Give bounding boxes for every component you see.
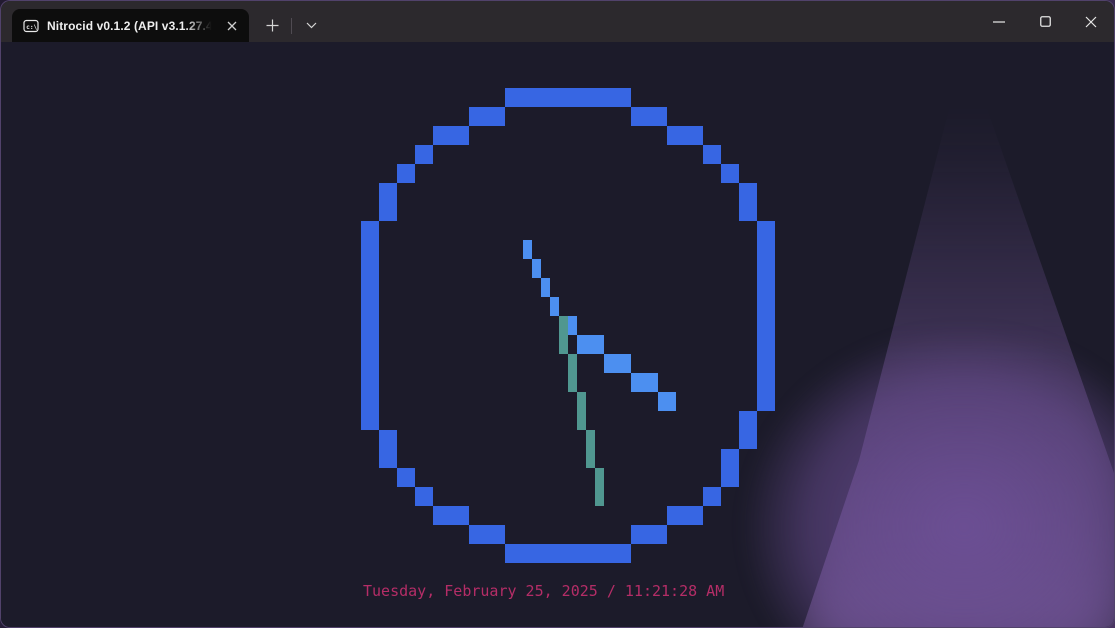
hour-hand-block xyxy=(541,278,550,297)
titlebar: c:\ Nitrocid v0.1.2 (API v3.1.27.48 xyxy=(1,1,1114,42)
clock-border-block xyxy=(667,506,703,525)
second-hand-block xyxy=(586,430,595,468)
tab-title: Nitrocid v0.1.2 (API v3.1.27.48 xyxy=(47,19,215,33)
clock-border-block xyxy=(667,126,703,145)
clock-border-block xyxy=(721,449,739,487)
clock-border-block xyxy=(433,126,469,145)
minimize-button[interactable] xyxy=(976,1,1022,42)
tab-active[interactable]: c:\ Nitrocid v0.1.2 (API v3.1.27.48 xyxy=(12,9,249,42)
close-icon xyxy=(227,21,237,31)
clock-border-block xyxy=(631,525,667,544)
minute-hand-block xyxy=(604,354,631,373)
clock-border-block xyxy=(721,164,739,183)
clock-border-block xyxy=(703,145,721,164)
minute-hand-block xyxy=(658,392,676,411)
second-hand-block xyxy=(577,392,586,430)
clock-border-block xyxy=(469,107,505,126)
clock-date-line: Tuesday, February 25, 2025 / 11:21:28 AM xyxy=(363,582,724,601)
maximize-button[interactable] xyxy=(1022,1,1068,42)
hour-hand-block xyxy=(550,297,559,316)
terminal-window: c:\ Nitrocid v0.1.2 (API v3.1.27.48 xyxy=(0,0,1115,628)
minute-hand-block xyxy=(631,373,658,392)
clock-border-block xyxy=(739,183,757,221)
new-tab-button[interactable] xyxy=(257,10,287,40)
tabbar-separator xyxy=(291,18,292,34)
plus-icon xyxy=(266,19,279,32)
minimize-icon xyxy=(993,21,1005,23)
tab-dropdown-button[interactable] xyxy=(296,10,326,40)
clock-border-block xyxy=(469,525,505,544)
clock-border-block xyxy=(361,221,379,430)
clock-border-block xyxy=(505,544,631,563)
terminal-screen[interactable]: Tuesday, February 25, 2025 / 11:21:28 AM xyxy=(1,42,1114,627)
clock-border-block xyxy=(757,221,775,411)
clock-border-block xyxy=(739,411,757,449)
second-hand-block xyxy=(568,354,577,392)
minute-hand-block xyxy=(568,316,577,335)
second-hand-block xyxy=(559,316,568,354)
chevron-down-icon xyxy=(306,22,317,29)
second-hand-block xyxy=(595,468,604,506)
close-button[interactable] xyxy=(1068,1,1114,42)
close-icon xyxy=(1085,16,1097,28)
analog-clock xyxy=(1,42,1114,627)
hour-hand-block xyxy=(532,259,541,278)
minute-hand-block xyxy=(577,335,604,354)
clock-border-block xyxy=(703,487,721,506)
clock-border-block xyxy=(433,506,469,525)
clock-border-block xyxy=(415,145,433,164)
command-prompt-icon: c:\ xyxy=(23,18,39,34)
maximize-icon xyxy=(1040,16,1051,27)
clock-border-block xyxy=(631,107,667,126)
clock-border-block xyxy=(397,468,415,487)
clock-border-block xyxy=(505,88,631,107)
clock-border-block xyxy=(415,487,433,506)
clock-border-block xyxy=(379,183,397,221)
clock-border-block xyxy=(379,430,397,468)
tab-close-button[interactable] xyxy=(223,17,241,35)
hour-hand-block xyxy=(523,240,532,259)
clock-border-block xyxy=(397,164,415,183)
command-prompt-icon-text: c:\ xyxy=(26,23,37,30)
